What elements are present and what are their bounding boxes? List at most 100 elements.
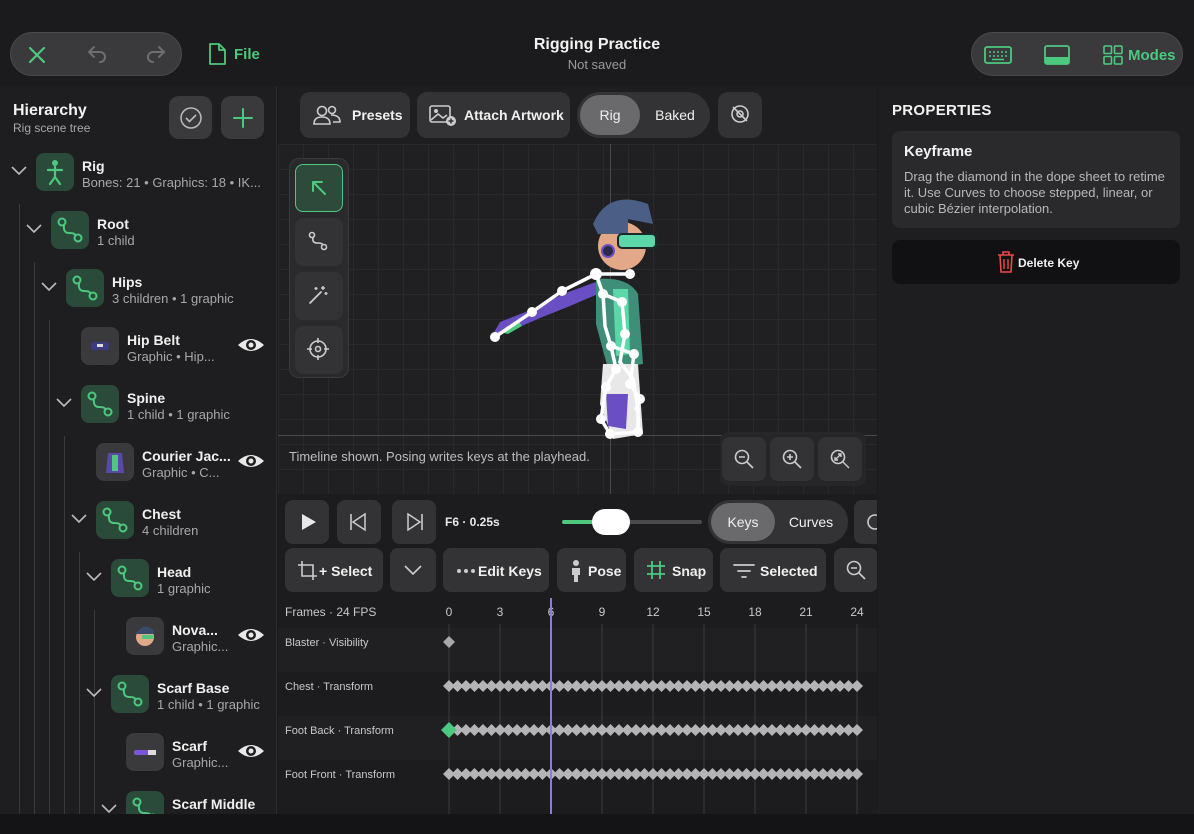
tree-row-root[interactable]: Root 1 child	[0, 202, 276, 260]
select-keys-button[interactable]: + Select	[285, 548, 383, 592]
selected-filter-button[interactable]: Selected	[720, 548, 826, 592]
chevron-down-icon[interactable]	[41, 282, 57, 292]
people-icon	[313, 105, 341, 125]
next-frame-button[interactable]	[392, 500, 436, 544]
chevron-down-icon[interactable]	[86, 688, 102, 698]
hide-overlays-button[interactable]	[718, 92, 762, 138]
node-name: Root	[97, 216, 129, 232]
keyframe-card: Keyframe Drag the diamond in the dope sh…	[892, 131, 1180, 228]
presets-button[interactable]: Presets	[300, 92, 410, 138]
curves-segment[interactable]: Curves	[778, 503, 844, 541]
pose-button[interactable]: Pose	[557, 548, 626, 592]
keyframe-diamond	[851, 768, 863, 780]
delete-key-label: Delete Key	[1018, 256, 1080, 270]
slider-thumb[interactable]	[592, 509, 631, 535]
select-keys-label: + Select	[319, 563, 373, 579]
chevron-down-icon[interactable]	[86, 572, 102, 582]
zoom-in-button[interactable]	[770, 437, 814, 481]
auto-rig-tool[interactable]	[295, 272, 343, 320]
character-rig[interactable]	[478, 194, 678, 444]
confirm-button[interactable]	[169, 96, 212, 139]
chevron-down-icon[interactable]	[26, 224, 42, 234]
chevron-down-icon[interactable]	[101, 804, 117, 814]
tool-palette	[289, 158, 349, 378]
keyframe-description: Drag the diamond in the dope sheet to re…	[904, 169, 1165, 216]
panel-bottom-icon[interactable]	[1043, 44, 1071, 66]
timeline-zoom-button[interactable]	[834, 548, 877, 592]
node-details: Graphic • C...	[142, 465, 220, 480]
keyboard-icon[interactable]	[984, 44, 1012, 66]
bone-icon	[51, 211, 89, 249]
tree-row-rig[interactable]: Rig Bones: 21 • Graphics: 18 • IK...	[0, 144, 276, 202]
zoom-in-icon	[782, 449, 802, 469]
play-button[interactable]	[285, 500, 329, 544]
graphic-thumbnail	[96, 443, 134, 481]
loop-button[interactable]	[854, 500, 877, 544]
rig-icon	[36, 153, 74, 191]
keys-label: Keys	[727, 514, 759, 530]
zoom-out-icon	[846, 560, 866, 580]
snap-button[interactable]: Snap	[634, 548, 713, 592]
selected-label: Selected	[760, 563, 818, 579]
rig-label: Rig	[599, 107, 621, 123]
baked-label: Baked	[655, 107, 695, 123]
bone-tool[interactable]	[295, 218, 343, 266]
chevron-down-icon[interactable]	[11, 166, 27, 176]
node-name: Nova...	[172, 622, 218, 638]
eye-icon[interactable]	[236, 625, 266, 645]
select-options-button[interactable]	[390, 548, 436, 592]
previous-frame-button[interactable]	[337, 500, 381, 544]
keyframe-diamond	[443, 636, 455, 648]
zoom-out-button[interactable]	[722, 437, 766, 481]
tree-row-hip-belt[interactable]: Hip Belt Graphic • Hip...	[0, 318, 276, 376]
pose-label: Pose	[588, 563, 622, 579]
node-name: Chest	[142, 506, 181, 522]
graphic-thumbnail	[126, 617, 164, 655]
dope-sheet[interactable]	[278, 598, 877, 814]
node-name: Courier Jac...	[142, 448, 231, 464]
modes-label: Modes	[1128, 47, 1176, 64]
hierarchy-panel: Hierarchy Rig scene tree Rig Bones: 21 •…	[0, 86, 277, 814]
tree-row-hips[interactable]: Hips 3 children • 1 graphic	[0, 260, 276, 318]
bone-icon	[111, 675, 149, 713]
viewport-status: Timeline shown. Posing writes keys at th…	[289, 449, 590, 464]
tree-row-chest[interactable]: Chest 4 children	[0, 492, 276, 550]
eye-off-icon	[731, 105, 749, 123]
rig-baked-toggle: Rig Baked	[577, 92, 710, 138]
tree-row-scarf[interactable]: Scarf Graphic...	[0, 724, 276, 782]
baked-segment[interactable]: Baked	[643, 95, 707, 135]
add-node-button[interactable]	[221, 96, 264, 139]
edit-keys-button[interactable]: Edit Keys	[443, 548, 549, 592]
eye-icon[interactable]	[236, 741, 266, 761]
magic-wand-icon	[309, 286, 328, 304]
presets-label: Presets	[352, 107, 403, 123]
select-tool[interactable]	[295, 164, 343, 212]
eye-icon[interactable]	[236, 335, 266, 355]
target-tool[interactable]	[295, 326, 343, 374]
chevron-down-icon[interactable]	[71, 514, 87, 524]
tree-row-courier-jacket[interactable]: Courier Jac... Graphic • C...	[0, 434, 276, 492]
node-details: 3 children • 1 graphic	[112, 291, 234, 306]
tree-row-spine[interactable]: Spine 1 child • 1 graphic	[0, 376, 276, 434]
node-name: Scarf Middle	[172, 796, 256, 812]
tree-row-scarf-base[interactable]: Scarf Base 1 child • 1 graphic	[0, 666, 276, 724]
modes-button[interactable]: Modes	[1103, 44, 1179, 66]
curves-label: Curves	[788, 514, 834, 530]
properties-heading: PROPERTIES	[892, 102, 992, 119]
crosshair-icon	[307, 338, 329, 360]
tree-row-nova[interactable]: Nova... Graphic...	[0, 608, 276, 666]
step-forward-icon	[407, 512, 423, 532]
rig-segment[interactable]: Rig	[580, 95, 640, 135]
tree-row-scarf-middle[interactable]: Scarf Middle	[0, 782, 276, 814]
graphic-thumbnail	[126, 733, 164, 771]
rig-canvas[interactable]: Timeline shown. Posing writes keys at th…	[278, 144, 877, 494]
delete-key-button[interactable]: Delete Key	[892, 240, 1180, 284]
tree-row-head[interactable]: Head 1 graphic	[0, 550, 276, 608]
graphic-thumbnail	[81, 327, 119, 365]
attach-artwork-button[interactable]: Attach Artwork	[417, 92, 570, 138]
keys-segment[interactable]: Keys	[711, 503, 775, 541]
speed-slider[interactable]	[562, 508, 702, 536]
eye-icon[interactable]	[236, 451, 266, 471]
chevron-down-icon[interactable]	[56, 398, 72, 408]
zoom-fit-button[interactable]	[818, 437, 862, 481]
